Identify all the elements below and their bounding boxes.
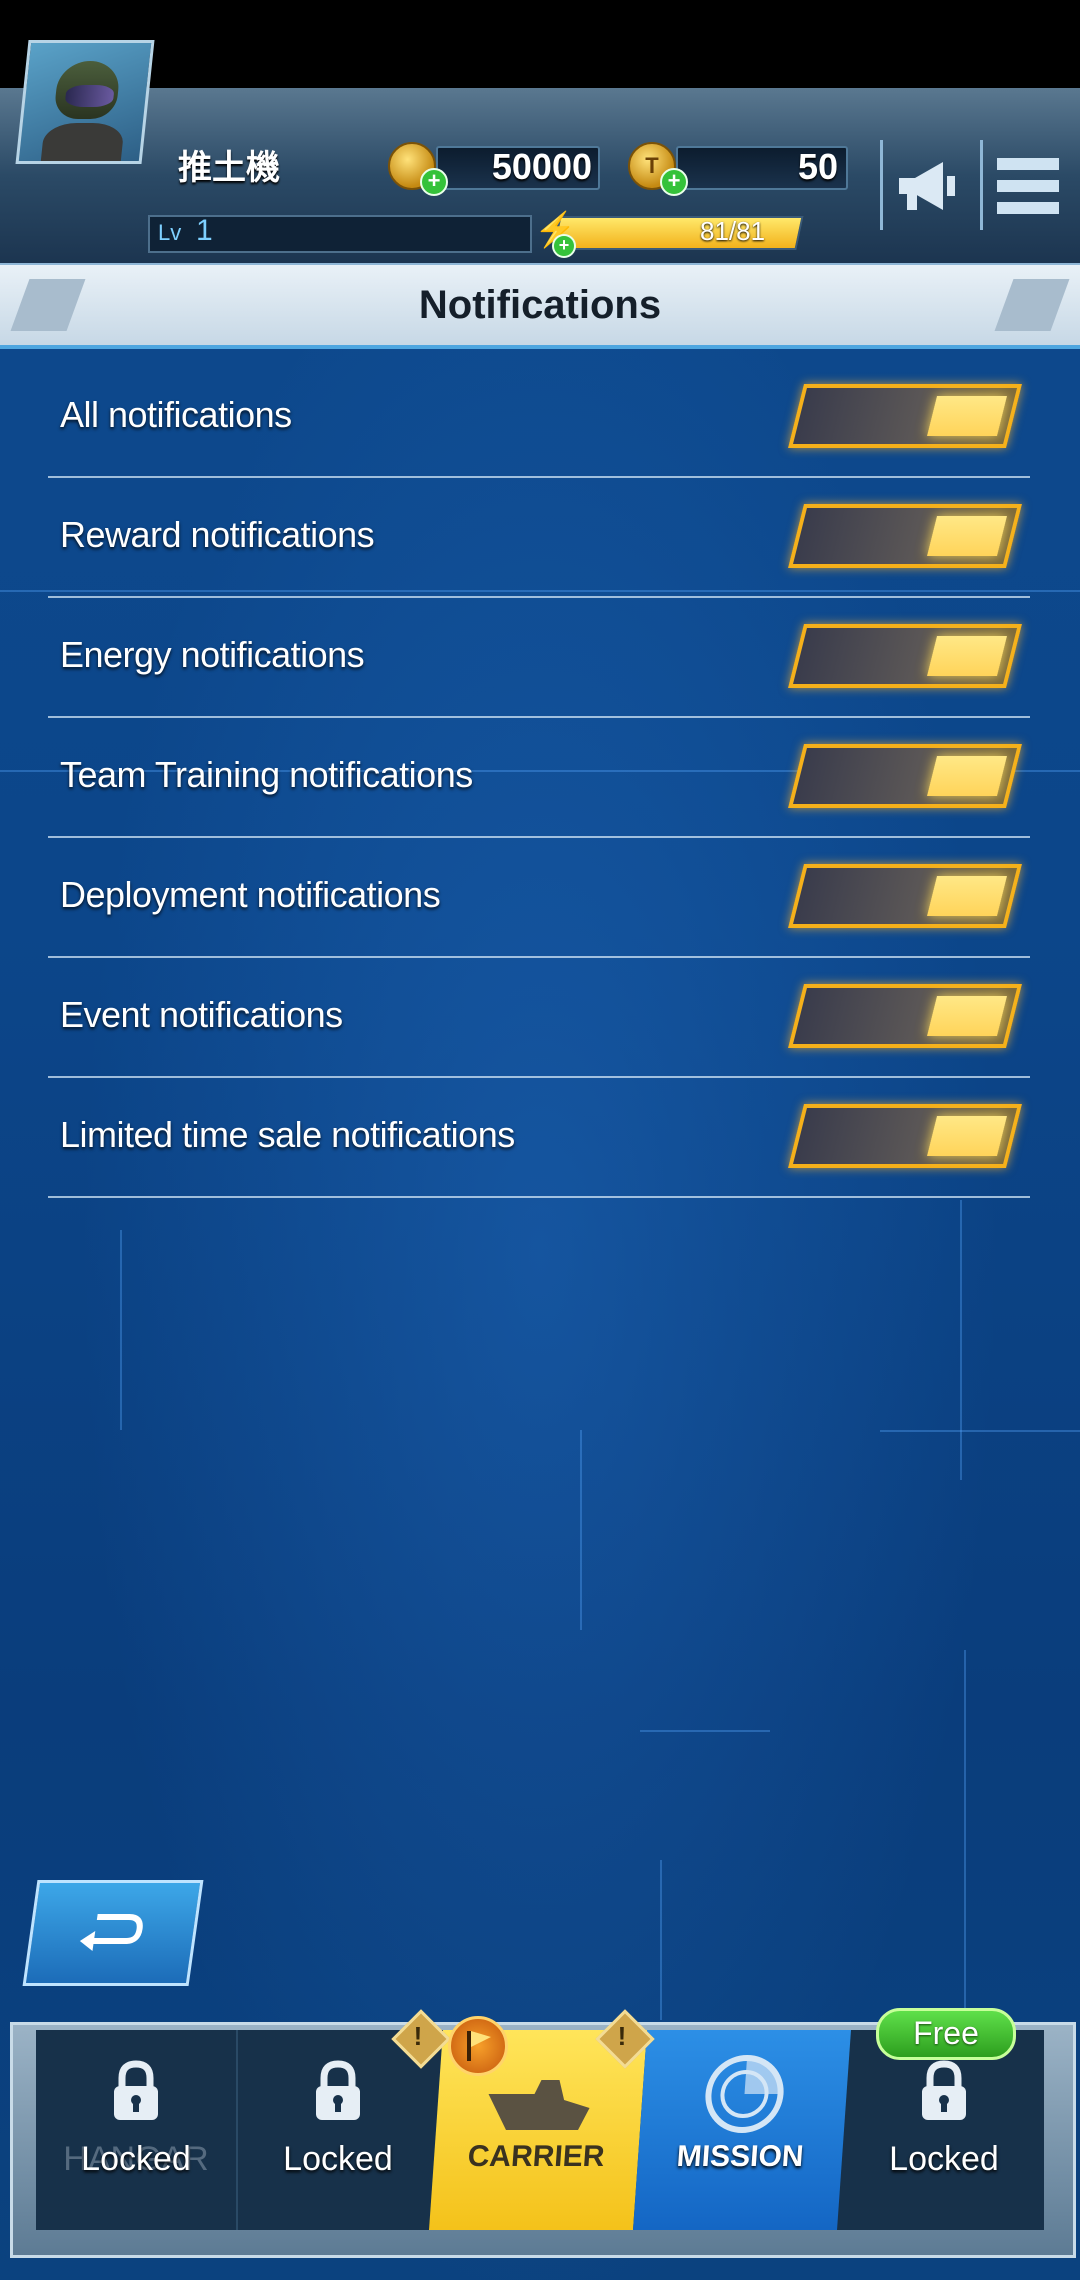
grid-line (960, 1200, 962, 1480)
toggle-knob (927, 396, 1007, 436)
setting-label: Limited time sale notifications (60, 1114, 515, 1155)
free-badge: Free (876, 2008, 1016, 2060)
level-label: Lv (158, 220, 182, 245)
grid-line (580, 1430, 582, 1630)
level-value: 1 (196, 214, 213, 247)
setting-label: Team Training notifications (60, 754, 473, 795)
return-arrow-icon (79, 1914, 143, 1951)
setting-label: Energy notifications (60, 634, 365, 675)
lock-icon (316, 2060, 360, 2120)
setting-label: Reward notifications (60, 514, 375, 555)
coin-value: 50000 (491, 146, 592, 187)
body-shape (39, 123, 125, 164)
toggle-knob (927, 636, 1007, 676)
nav-label: Locked (81, 2140, 191, 2178)
nav-label: CARRIER (466, 2140, 606, 2173)
hamburger-line (997, 202, 1059, 214)
event-notifications-toggle[interactable] (788, 984, 1022, 1048)
avatar[interactable] (15, 40, 155, 164)
toggle-knob (927, 876, 1007, 916)
toggle-knob (927, 1116, 1007, 1156)
setting-label: Event notifications (60, 994, 343, 1035)
back-button[interactable] (22, 1880, 204, 1986)
flag-icon (448, 2016, 508, 2076)
grid-line (640, 1730, 770, 1732)
status-bar (0, 0, 1080, 88)
ticket-value: 50 (797, 146, 838, 187)
lock-icon (114, 2060, 158, 2120)
grid-line (120, 1230, 122, 1430)
menu-button[interactable] (980, 140, 1073, 230)
nav-tab-5[interactable]: Locked (844, 2030, 1044, 2230)
setting-row: Limited time sale notifications (48, 1076, 1030, 1198)
setting-row: All notifications (48, 356, 1030, 478)
nav-label: Locked (889, 2140, 999, 2178)
grid-line (880, 1430, 1080, 1432)
limited-time-sale-notifications-toggle[interactable] (788, 1104, 1022, 1168)
megaphone-icon (899, 162, 955, 210)
player-name: 推土機 (178, 149, 280, 187)
setting-row: Event notifications (48, 956, 1030, 1078)
nav-tab-2[interactable]: Locked (236, 2030, 438, 2230)
nav-label: MISSION (675, 2140, 805, 2173)
nav-tab-mission[interactable]: MISSION (633, 2030, 851, 2230)
energy-bar (552, 216, 804, 250)
team-training-notifications-toggle[interactable] (788, 744, 1022, 808)
visor-shape (64, 85, 115, 107)
setting-row: Energy notifications (48, 596, 1030, 718)
deployment-notifications-toggle[interactable] (788, 864, 1022, 928)
hamburger-line (997, 180, 1059, 192)
add-energy-icon[interactable]: + (552, 234, 576, 258)
setting-label: Deployment notifications (60, 874, 441, 915)
all-notifications-toggle[interactable] (788, 384, 1022, 448)
grid-line (964, 1650, 966, 2010)
reward-notifications-toggle[interactable] (788, 504, 1022, 568)
lock-icon (922, 2060, 966, 2120)
nav-label: Locked (283, 2140, 393, 2178)
radar-icon (705, 2055, 784, 2133)
setting-row: Reward notifications (48, 476, 1030, 598)
announcement-button[interactable] (880, 140, 973, 230)
nav-tab-hangar[interactable]: HANGAR Locked (36, 2030, 236, 2230)
grid-line (660, 1860, 662, 2020)
title-bar: Notifications (0, 265, 1080, 349)
carrier-ship-icon (488, 2080, 590, 2130)
setting-row: Team Training notifications (48, 716, 1030, 838)
setting-row: Deployment notifications (48, 836, 1030, 958)
alert-mark: ! (617, 2021, 627, 2051)
toggle-knob (927, 516, 1007, 556)
hamburger-line (997, 158, 1059, 170)
setting-label: All notifications (60, 394, 292, 435)
page-title: Notifications (418, 283, 662, 327)
energy-notifications-toggle[interactable] (788, 624, 1022, 688)
flag-shape (467, 2031, 491, 2061)
toggle-knob (927, 756, 1007, 796)
energy-value: 81/81 (700, 216, 766, 246)
toggle-knob (927, 996, 1007, 1036)
alert-mark: ! (413, 2021, 423, 2051)
